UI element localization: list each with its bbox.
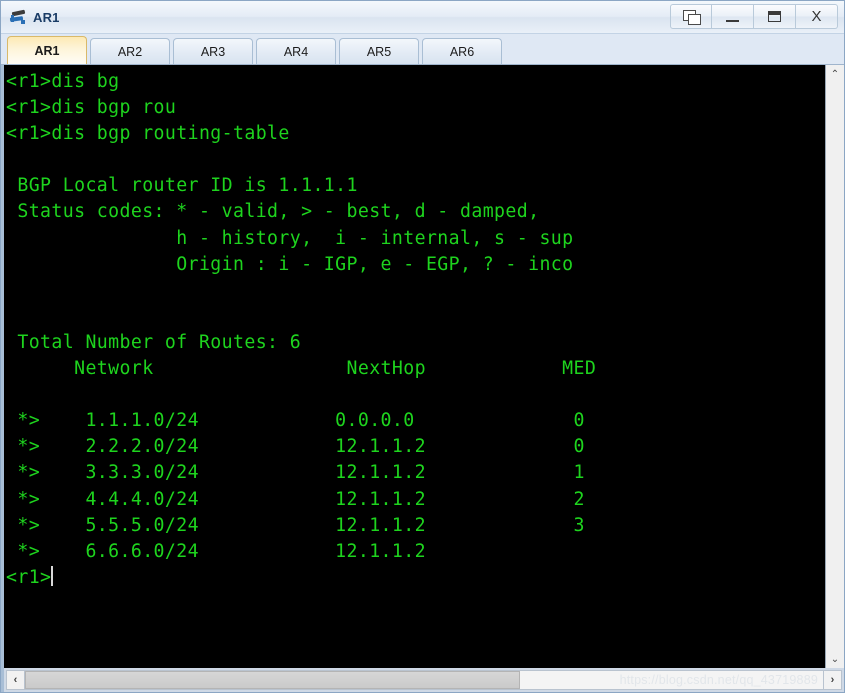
minimize-button[interactable] bbox=[712, 4, 754, 29]
window-controls: X bbox=[670, 4, 838, 30]
scroll-down-icon[interactable]: ⌄ bbox=[826, 650, 845, 668]
tab-label: AR5 bbox=[366, 44, 392, 59]
terminal-line: *> 6.6.6.0/24 12.1.1.2 bbox=[6, 540, 426, 562]
terminal-line: BGP Local router ID is 1.1.1.1 bbox=[6, 175, 358, 197]
terminal-line: <r1>dis bgp routing-table bbox=[6, 123, 290, 145]
tab-ar4[interactable]: AR4 bbox=[256, 38, 336, 64]
terminal-line: <r1>dis bgp rou bbox=[6, 97, 177, 119]
vertical-scroll-track[interactable] bbox=[825, 83, 844, 650]
scroll-left-icon[interactable]: ‹ bbox=[6, 670, 25, 690]
terminal-line: *> 5.5.5.0/24 12.1.1.2 3 bbox=[6, 514, 585, 536]
close-button[interactable]: X bbox=[796, 4, 838, 29]
terminal-line: <r1> bbox=[6, 565, 54, 588]
router-cli-window: AR1 X AR1 AR2 AR3 AR4 AR5 AR6 <r1>dis bg… bbox=[0, 0, 845, 693]
terminal-area: <r1>dis bg <r1>dis bgp rou <r1>dis bgp rou… bbox=[1, 65, 844, 668]
terminal-line: Origin : i - IGP, e - EGP, ? - inco bbox=[6, 253, 574, 275]
cascade-icon bbox=[682, 9, 701, 25]
title-bar: AR1 X bbox=[1, 1, 844, 34]
tab-ar1[interactable]: AR1 bbox=[7, 36, 87, 64]
terminal-line: Status codes: * - valid, > - best, d - d… bbox=[6, 201, 540, 223]
scroll-up-icon[interactable]: ⌃ bbox=[826, 65, 845, 83]
close-icon: X bbox=[811, 8, 822, 25]
maximize-button[interactable] bbox=[754, 4, 796, 29]
maximize-icon bbox=[768, 11, 781, 22]
horizontal-scrollbar[interactable]: ‹ › https://blog.csdn.net/qq_43719889 bbox=[1, 668, 844, 692]
window-title: AR1 bbox=[33, 9, 60, 25]
tab-ar5[interactable]: AR5 bbox=[339, 38, 419, 64]
tab-ar6[interactable]: AR6 bbox=[422, 38, 502, 64]
minimize-icon bbox=[726, 19, 739, 22]
tab-label: AR3 bbox=[200, 44, 226, 59]
device-tab-strip: AR1 AR2 AR3 AR4 AR5 AR6 bbox=[1, 34, 844, 65]
terminal-line: Network NextHop MED bbox=[6, 358, 597, 380]
terminal-line: *> 4.4.4.0/24 12.1.1.2 2 bbox=[6, 488, 585, 510]
horizontal-scroll-thumb[interactable] bbox=[25, 671, 520, 689]
terminal-line: h - history, i - internal, s - sup bbox=[6, 227, 574, 249]
terminal-cursor bbox=[51, 565, 54, 586]
terminal-console[interactable]: <r1>dis bg <r1>dis bgp rou <r1>dis bgp rou… bbox=[4, 65, 825, 668]
terminal-line: *> 2.2.2.0/24 12.1.1.2 0 bbox=[6, 436, 585, 458]
tab-label: AR1 bbox=[34, 43, 60, 58]
terminal-line: *> 1.1.1.0/24 0.0.0.0 0 bbox=[6, 410, 585, 432]
router-icon bbox=[9, 8, 27, 26]
tab-label: AR2 bbox=[117, 44, 143, 59]
terminal-output: <r1>dis bg <r1>dis bgp rou <r1>dis bgp rou… bbox=[6, 69, 825, 591]
scroll-right-icon[interactable]: › bbox=[823, 670, 842, 690]
tab-label: AR6 bbox=[449, 44, 475, 59]
cascade-windows-button[interactable] bbox=[670, 4, 712, 29]
vertical-scrollbar[interactable]: ⌃ ⌄ bbox=[825, 65, 844, 668]
terminal-line: <r1>dis bg bbox=[6, 71, 120, 92]
tab-ar3[interactable]: AR3 bbox=[173, 38, 253, 64]
terminal-line: *> 3.3.3.0/24 12.1.1.2 1 bbox=[6, 462, 585, 484]
terminal-line: Total Number of Routes: 6 bbox=[6, 331, 302, 353]
tab-ar2[interactable]: AR2 bbox=[90, 38, 170, 64]
tab-label: AR4 bbox=[283, 44, 309, 59]
horizontal-scroll-track[interactable] bbox=[25, 670, 823, 690]
